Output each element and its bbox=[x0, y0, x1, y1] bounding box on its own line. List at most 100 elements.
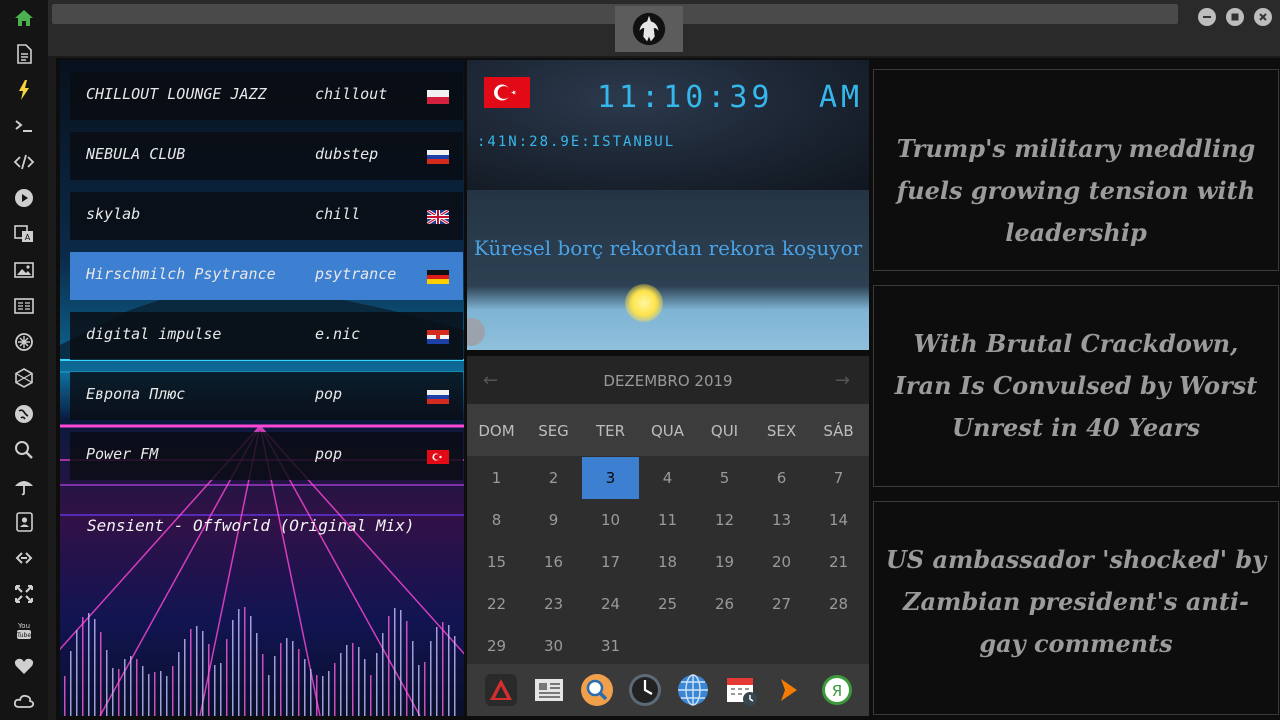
station-genre: chill bbox=[315, 205, 361, 223]
hexagon-icon[interactable] bbox=[12, 366, 36, 390]
station-genre: pop bbox=[315, 385, 343, 403]
resize-icon[interactable] bbox=[12, 582, 36, 606]
calendar-day[interactable]: 9 bbox=[525, 499, 582, 541]
lightning-icon[interactable] bbox=[12, 78, 36, 102]
sun-icon bbox=[625, 284, 663, 322]
radio-station-row-active[interactable]: Hirschmilch Psytrance psytrance bbox=[70, 252, 463, 300]
svg-text:Tube: Tube bbox=[16, 632, 31, 639]
equalizer-bar bbox=[130, 656, 132, 716]
radio-station-row[interactable]: digital impulse e.nic bbox=[70, 312, 463, 360]
calendar-day[interactable]: 5 bbox=[696, 457, 753, 499]
calendar-day[interactable]: 10 bbox=[582, 499, 639, 541]
equalizer-bar bbox=[430, 641, 432, 716]
calendar-app-icon[interactable] bbox=[723, 672, 759, 708]
radio-station-row[interactable]: Power FM pop bbox=[70, 432, 463, 480]
calendar-day[interactable]: 4 bbox=[639, 457, 696, 499]
calendar-day[interactable]: 18 bbox=[639, 541, 696, 583]
calendar-day[interactable]: 24 bbox=[582, 583, 639, 625]
next-month-icon[interactable]: → bbox=[835, 370, 850, 391]
equalizer-bar bbox=[112, 668, 114, 716]
minimize-button[interactable] bbox=[1198, 8, 1216, 26]
now-playing-title: Sensient - Offworld (Original Mix) bbox=[87, 516, 415, 535]
croatia-flag-icon bbox=[427, 330, 449, 344]
settings-icon[interactable] bbox=[12, 330, 36, 354]
calendar-day-today[interactable]: 3 bbox=[582, 457, 639, 499]
calendar-day[interactable]: 16 bbox=[525, 541, 582, 583]
equalizer-bar bbox=[232, 620, 234, 716]
calendar-day[interactable]: 26 bbox=[696, 583, 753, 625]
calendar-day[interactable]: 6 bbox=[753, 457, 810, 499]
calendar-day[interactable]: 15 bbox=[468, 541, 525, 583]
search-icon[interactable] bbox=[12, 438, 36, 462]
calendar-day[interactable]: 1 bbox=[468, 457, 525, 499]
radio-station-row[interactable]: skylab chill bbox=[70, 192, 463, 240]
news-card[interactable]: Trump's military meddling fuels growing … bbox=[873, 69, 1279, 271]
radio-station-row[interactable]: CHILLOUT LOUNGE JAZZ chillout bbox=[70, 72, 463, 120]
calendar-day[interactable]: 8 bbox=[468, 499, 525, 541]
equalizer-bar bbox=[220, 663, 222, 716]
calendar-day[interactable]: 22 bbox=[468, 583, 525, 625]
calendar-day[interactable]: 23 bbox=[525, 583, 582, 625]
equalizer-bar bbox=[442, 622, 444, 716]
search-app-icon[interactable] bbox=[579, 672, 615, 708]
calendar-day[interactable]: 30 bbox=[525, 625, 582, 667]
cloud-icon[interactable] bbox=[12, 690, 36, 714]
weather-headline[interactable]: Küresel borç rekordan rekora koşuyor bbox=[467, 236, 869, 260]
news-reader-icon[interactable] bbox=[531, 672, 567, 708]
equalizer-bar bbox=[184, 639, 186, 716]
equalizer-bar bbox=[358, 647, 360, 716]
play-icon[interactable] bbox=[12, 186, 36, 210]
calendar-month: DEZEMBRO 2019 bbox=[603, 372, 733, 390]
code-icon[interactable] bbox=[12, 150, 36, 174]
station-genre: chillout bbox=[315, 85, 388, 103]
calendar-day[interactable]: 29 bbox=[468, 625, 525, 667]
calendar-day[interactable]: 27 bbox=[753, 583, 810, 625]
launcher-icon[interactable] bbox=[483, 672, 519, 708]
calendar-day[interactable]: 19 bbox=[696, 541, 753, 583]
browser-icon[interactable] bbox=[675, 672, 711, 708]
link-icon[interactable] bbox=[12, 546, 36, 570]
terminal-icon[interactable] bbox=[12, 114, 36, 138]
translate-icon[interactable]: A bbox=[12, 222, 36, 246]
equalizer-bar bbox=[124, 659, 126, 716]
arrow-app-icon[interactable] bbox=[771, 672, 807, 708]
youtube-icon[interactable]: You Tube bbox=[12, 618, 36, 642]
equalizer-bar bbox=[106, 650, 108, 716]
heart-icon[interactable] bbox=[12, 654, 36, 678]
calendar-day[interactable]: 13 bbox=[753, 499, 810, 541]
station-genre: pop bbox=[315, 445, 343, 463]
app-dock: Я bbox=[467, 664, 869, 716]
calendar-day[interactable]: 7 bbox=[810, 457, 867, 499]
calendar-day[interactable]: 11 bbox=[639, 499, 696, 541]
clock-app-icon[interactable] bbox=[627, 672, 663, 708]
equalizer-bar bbox=[400, 610, 402, 716]
calendar-day[interactable]: 28 bbox=[810, 583, 867, 625]
news-icon[interactable] bbox=[12, 294, 36, 318]
maximize-button[interactable] bbox=[1226, 8, 1244, 26]
weather-widget: Küresel borç rekordan rekora koşuyor bbox=[467, 190, 869, 350]
news-headline: US ambassador 'shocked' by Zambian presi… bbox=[885, 545, 1267, 658]
calendar-day[interactable]: 14 bbox=[810, 499, 867, 541]
calendar-day[interactable]: 20 bbox=[753, 541, 810, 583]
radio-station-row[interactable]: Европа Плюс pop bbox=[70, 372, 463, 420]
globe-icon[interactable] bbox=[12, 402, 36, 426]
germany-flag-icon bbox=[427, 270, 449, 284]
contact-icon[interactable] bbox=[12, 510, 36, 534]
document-icon[interactable] bbox=[12, 42, 36, 66]
calendar-day[interactable]: 31 bbox=[582, 625, 639, 667]
russia-flag-icon bbox=[427, 390, 449, 404]
radio-station-row[interactable]: NEBULA CLUB dubstep bbox=[70, 132, 463, 180]
close-button[interactable] bbox=[1254, 8, 1272, 26]
umbrella-icon[interactable] bbox=[12, 474, 36, 498]
news-card[interactable]: US ambassador 'shocked' by Zambian presi… bbox=[873, 501, 1279, 715]
calendar-day[interactable]: 2 bbox=[525, 457, 582, 499]
home-icon[interactable] bbox=[12, 6, 36, 30]
calendar-day[interactable]: 21 bbox=[810, 541, 867, 583]
calendar-day[interactable]: 17 bbox=[582, 541, 639, 583]
calendar-day[interactable]: 12 bbox=[696, 499, 753, 541]
yandex-icon[interactable]: Я bbox=[819, 672, 855, 708]
image-icon[interactable] bbox=[12, 258, 36, 282]
calendar-day[interactable]: 25 bbox=[639, 583, 696, 625]
station-genre: e.nic bbox=[315, 325, 361, 343]
news-card[interactable]: With Brutal Crackdown, Iran Is Convulsed… bbox=[873, 285, 1279, 487]
